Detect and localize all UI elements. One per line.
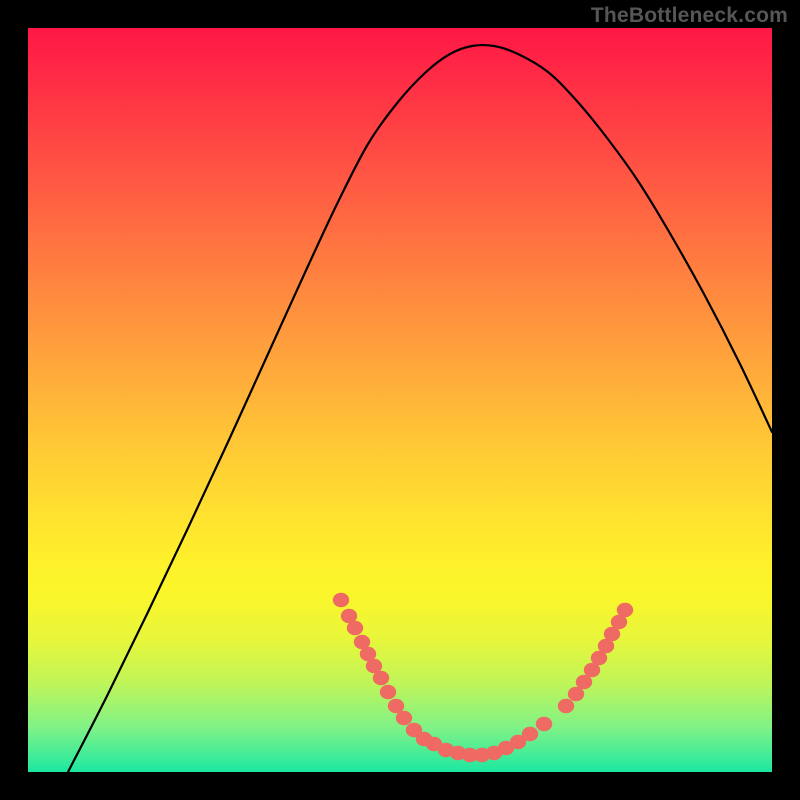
- highlight-marker: [380, 685, 396, 699]
- highlight-marker: [576, 675, 592, 689]
- highlight-marker: [333, 593, 349, 607]
- highlight-marker: [536, 717, 552, 731]
- highlight-marker: [396, 711, 412, 725]
- highlight-marker: [568, 687, 584, 701]
- highlight-marker-group: [333, 593, 633, 762]
- highlight-marker: [617, 603, 633, 617]
- chart-plot-area: [28, 28, 772, 772]
- chart-svg: [28, 28, 772, 772]
- highlight-marker: [522, 727, 538, 741]
- highlight-marker: [347, 621, 363, 635]
- bottleneck-curve-line: [68, 45, 772, 772]
- watermark-text: TheBottleneck.com: [591, 4, 788, 28]
- highlight-marker: [373, 671, 389, 685]
- highlight-marker: [388, 699, 404, 713]
- highlight-marker: [558, 699, 574, 713]
